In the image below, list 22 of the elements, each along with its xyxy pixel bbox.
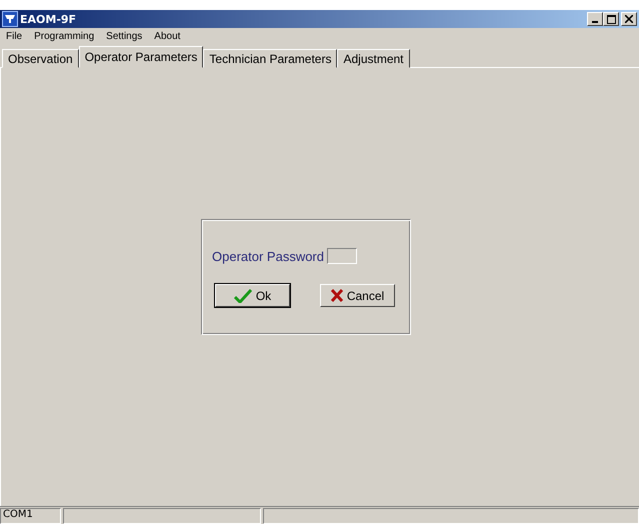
cross-icon (330, 289, 343, 302)
menu-item[interactable]: Settings (106, 31, 142, 42)
tab[interactable]: Technician Parameters (203, 49, 338, 68)
maximize-icon (606, 14, 616, 24)
tab[interactable]: Observation (2, 49, 79, 68)
menu-item[interactable]: File (6, 31, 22, 42)
close-icon (625, 15, 633, 23)
window-title: EAOM-9F (20, 12, 76, 26)
app-icon (2, 11, 18, 27)
menu-item[interactable]: Programming (34, 31, 94, 42)
password-label: Operator Password (212, 248, 324, 264)
cancel-button[interactable]: Cancel (320, 284, 395, 307)
ok-button[interactable]: Ok (215, 284, 290, 307)
menu-item[interactable]: About (154, 31, 180, 42)
password-field[interactable] (327, 248, 357, 264)
close-button[interactable] (621, 12, 637, 26)
tab[interactable]: Operator Parameters (78, 46, 204, 68)
maximize-button[interactable] (603, 12, 619, 26)
minimize-button[interactable] (587, 12, 603, 26)
tab[interactable]: Adjustment (337, 49, 410, 68)
checkmark-icon (234, 288, 252, 302)
status-panel: COM1 (0, 508, 61, 524)
